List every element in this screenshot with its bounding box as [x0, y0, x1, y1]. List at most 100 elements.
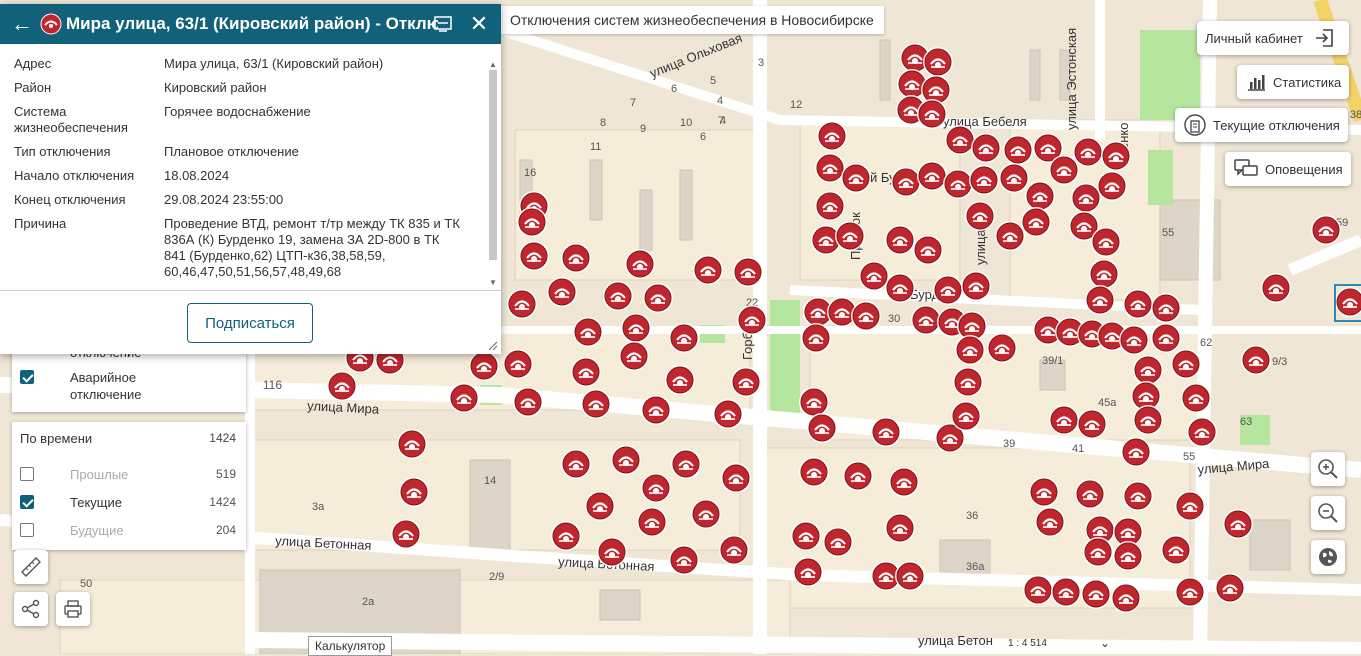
outage-marker-icon[interactable] [1049, 405, 1079, 435]
outage-marker-icon[interactable] [971, 133, 1001, 163]
outage-marker-icon[interactable] [581, 389, 611, 419]
outage-marker-icon[interactable] [895, 561, 925, 591]
outage-marker-icon[interactable] [597, 537, 627, 567]
outage-marker-icon[interactable] [835, 221, 865, 251]
outage-marker-icon[interactable] [585, 491, 615, 521]
outage-marker-icon[interactable] [1261, 273, 1291, 303]
stats-button[interactable]: Статистика [1237, 65, 1350, 99]
outage-marker-icon[interactable] [1051, 577, 1081, 607]
outage-marker-icon[interactable] [1241, 345, 1271, 375]
alerts-button[interactable]: Оповещения [1225, 152, 1351, 186]
outage-marker-icon[interactable] [943, 169, 973, 199]
outage-marker-icon[interactable] [999, 163, 1029, 193]
outage-marker-icon[interactable] [885, 513, 915, 543]
outage-marker-icon[interactable] [1187, 417, 1217, 447]
outage-marker-icon[interactable] [1023, 575, 1053, 605]
outage-marker-icon[interactable] [513, 387, 543, 417]
outage-marker-icon[interactable] [691, 499, 721, 529]
outage-marker-icon[interactable] [885, 225, 915, 255]
outage-marker-icon[interactable] [1025, 181, 1055, 211]
outage-marker-icon[interactable] [665, 365, 695, 395]
outage-marker-icon[interactable] [851, 301, 881, 331]
filter-item-past[interactable]: Прошлые 519 [20, 466, 240, 483]
outage-marker-icon[interactable] [731, 367, 761, 397]
outage-marker-icon[interactable] [399, 477, 429, 507]
outage-marker-icon[interactable] [611, 445, 641, 475]
outage-marker-icon[interactable] [1029, 477, 1059, 507]
outage-marker-icon[interactable] [733, 257, 763, 287]
outage-marker-icon[interactable] [1181, 383, 1211, 413]
calculator-button[interactable]: Калькулятор [308, 636, 393, 656]
outage-marker-icon[interactable] [817, 121, 847, 151]
outage-marker-icon[interactable] [641, 395, 671, 425]
outage-marker-icon[interactable] [1223, 509, 1253, 539]
checkbox-current[interactable] [20, 495, 34, 509]
outage-marker-icon[interactable] [449, 383, 479, 413]
outage-marker-icon[interactable] [1073, 137, 1103, 167]
outage-marker-icon[interactable] [1021, 207, 1051, 237]
outage-marker-icon[interactable] [1133, 405, 1163, 435]
outage-marker-icon[interactable] [551, 521, 581, 551]
outage-marker-icon[interactable] [1085, 285, 1115, 315]
outage-marker-icon[interactable] [1075, 479, 1105, 509]
outage-marker-icon[interactable] [603, 281, 633, 311]
outage-marker-icon[interactable] [721, 463, 751, 493]
outage-marker-icon[interactable] [891, 167, 921, 197]
outage-marker-icon[interactable] [1035, 507, 1065, 537]
outage-marker-icon[interactable] [951, 401, 981, 431]
outage-marker-icon[interactable] [503, 349, 533, 379]
outage-marker-icon[interactable] [1091, 227, 1121, 257]
outage-marker-icon[interactable] [671, 449, 701, 479]
outage-marker-icon[interactable] [841, 163, 871, 193]
outage-marker-icon[interactable] [885, 273, 915, 303]
outage-marker-icon[interactable] [469, 351, 499, 381]
print-button[interactable] [56, 592, 90, 626]
outage-marker-icon[interactable] [519, 241, 549, 271]
zoom-out-button[interactable] [1311, 496, 1345, 530]
outage-marker-icon[interactable] [815, 153, 845, 183]
outage-marker-icon[interactable] [737, 305, 767, 335]
outage-marker-icon[interactable] [507, 289, 537, 319]
outage-marker-icon[interactable] [1215, 573, 1245, 603]
basemap-button[interactable] [1311, 540, 1345, 574]
outage-marker-icon[interactable] [1101, 141, 1131, 171]
checkbox-future[interactable] [20, 523, 34, 537]
outage-marker-icon[interactable] [815, 191, 845, 221]
outage-marker-icon[interactable] [517, 207, 547, 237]
outage-marker-icon[interactable] [823, 527, 853, 557]
scroll-down-icon[interactable]: ▼ [489, 278, 497, 287]
outage-marker-icon[interactable] [669, 323, 699, 353]
filter-item-future[interactable]: Будущие 204 [20, 522, 240, 539]
outage-marker-icon[interactable] [1113, 541, 1143, 571]
outage-marker-icon[interactable] [1123, 481, 1153, 511]
outage-marker-icon[interactable] [1111, 583, 1141, 613]
outage-marker-icon[interactable] [625, 249, 655, 279]
outage-marker-icon[interactable] [843, 461, 873, 491]
outage-marker-icon[interactable] [1123, 289, 1153, 319]
outage-marker-icon[interactable] [619, 341, 649, 371]
outage-marker-icon[interactable] [799, 387, 829, 417]
outage-marker-icon[interactable] [547, 277, 577, 307]
outage-marker-icon[interactable] [1081, 579, 1111, 609]
outage-marker-icon[interactable] [391, 519, 421, 549]
outage-marker-icon[interactable] [807, 413, 837, 443]
arrow-left-icon[interactable]: ← [8, 10, 36, 38]
scroll-thumb[interactable] [489, 70, 497, 260]
outage-marker-icon[interactable] [1071, 183, 1101, 213]
zoom-in-button[interactable] [1311, 452, 1345, 486]
outage-marker-icon[interactable] [923, 47, 953, 77]
outage-marker-icon[interactable] [961, 271, 991, 301]
outage-marker-icon[interactable] [327, 371, 357, 401]
outage-marker-icon[interactable] [1175, 491, 1205, 521]
outage-marker-icon[interactable] [995, 221, 1025, 251]
outage-marker-icon[interactable] [871, 417, 901, 447]
outage-marker-icon[interactable] [561, 243, 591, 273]
outage-marker-icon[interactable] [1171, 349, 1201, 379]
close-icon[interactable]: ✕ [467, 11, 491, 36]
share-button[interactable] [14, 592, 48, 626]
outage-marker-icon[interactable] [1151, 293, 1181, 323]
outage-marker-icon[interactable] [1083, 537, 1113, 567]
outage-marker-icon[interactable] [945, 125, 975, 155]
outage-marker-icon[interactable] [719, 535, 749, 565]
popup-scrollbar[interactable]: ▲ ▼ [487, 60, 497, 292]
